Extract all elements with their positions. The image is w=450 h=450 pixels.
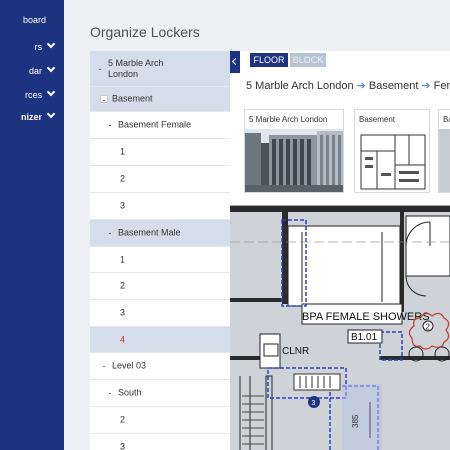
sidebar-item-label: rces bbox=[24, 90, 42, 100]
tree-row-label: Basement Male bbox=[118, 227, 181, 238]
tree-row-label: South bbox=[118, 387, 142, 398]
chevron-down-icon bbox=[46, 63, 56, 73]
tree-row-label: 3 bbox=[120, 441, 126, 450]
breadcrumb-building[interactable]: 5 Marble Arch London bbox=[246, 80, 354, 92]
tree-row-label: 4 bbox=[120, 334, 126, 344]
tree-row-label: 1 bbox=[120, 254, 126, 264]
sidebar-item-3[interactable]: rces bbox=[0, 85, 64, 105]
collapse-toggle-icon[interactable]: - bbox=[106, 389, 114, 398]
thumbnail-strip: 5 Marble Arch London Basement B bbox=[244, 109, 450, 193]
sidebar-item-1[interactable]: rs bbox=[0, 37, 64, 57]
basement-plan-thumb bbox=[355, 129, 429, 192]
tab-block[interactable]: BLOCK bbox=[290, 53, 326, 67]
collapse-toggle-icon[interactable]: - bbox=[106, 229, 114, 238]
floor-viewer: FLOOR BLOCK 5 Marble Arch London ➔ Basemen… bbox=[230, 51, 450, 450]
chevron-down-icon bbox=[46, 39, 56, 49]
sidebar-item-2[interactable]: dar bbox=[0, 61, 64, 81]
tab-floor[interactable]: FLOOR bbox=[250, 53, 288, 67]
tree-row-label: Level 03 bbox=[112, 360, 147, 371]
plan-marker-number[interactable]: 3 bbox=[312, 400, 316, 407]
chevron-down-icon bbox=[46, 87, 56, 97]
tree-row-label: 3 bbox=[120, 200, 126, 211]
thumbnail-area[interactable]: Ba bbox=[438, 109, 450, 193]
floor-plan-canvas[interactable]: BPA FEMALE SHOWERS B1.01 CLNR 2 3 385 bbox=[230, 205, 450, 450]
plan-door-number: 2 bbox=[426, 323, 431, 332]
tree-row-label: 2 bbox=[120, 414, 126, 425]
arrow-right-icon: ➔ bbox=[421, 80, 431, 92]
tree-row-label: 2 bbox=[120, 280, 126, 291]
thumbnail-building[interactable]: 5 Marble Arch London bbox=[244, 109, 344, 193]
tree-row-label: 5 Marble Arch London bbox=[108, 57, 164, 79]
thumbnail-label: 5 Marble Arch London bbox=[249, 115, 328, 124]
chevron-down-icon bbox=[46, 109, 56, 119]
tree-row-label: 2 bbox=[120, 173, 126, 184]
sidebar-nav: board rs dar rces nizer bbox=[0, 0, 64, 450]
plan-dimension: 385 bbox=[351, 414, 360, 428]
sidebar-item-label: nizer bbox=[20, 112, 42, 122]
sidebar-item-label: dar bbox=[28, 66, 42, 76]
breadcrumb-floor[interactable]: Basement bbox=[369, 80, 419, 92]
main-content: Organize Lockers -5 Marble Arch London+-… bbox=[64, 0, 450, 450]
sidebar-item-label: rs bbox=[34, 42, 43, 52]
arrow-right-icon: ➔ bbox=[356, 80, 366, 92]
building-photo bbox=[245, 129, 343, 192]
sidebar-item-0[interactable]: board bbox=[0, 10, 64, 30]
sidebar-item-label: board bbox=[22, 15, 46, 25]
breadcrumb-area[interactable]: Female bbox=[434, 80, 450, 92]
collapse-toggle-icon[interactable]: - bbox=[96, 64, 104, 73]
page-title: Organize Lockers bbox=[90, 24, 200, 40]
sidebar-item-4[interactable]: nizer bbox=[0, 107, 64, 127]
thumbnail-label: Ba bbox=[443, 115, 450, 124]
breadcrumb: 5 Marble Arch London➔Basement➔Female bbox=[246, 79, 450, 92]
plan-cleaner-label: CLNR bbox=[282, 346, 309, 357]
area-plan-thumb bbox=[439, 129, 450, 192]
plan-room-code: B1.01 bbox=[351, 332, 378, 343]
thumbnail-label: Basement bbox=[359, 115, 396, 124]
collapse-toggle-icon[interactable]: - bbox=[100, 95, 108, 105]
tree-row-label: Basement bbox=[112, 93, 153, 104]
collapse-tree-button[interactable] bbox=[230, 51, 240, 73]
collapse-toggle-icon[interactable]: - bbox=[100, 362, 108, 371]
tree-row-label: 1 bbox=[120, 146, 126, 157]
plan-room-label: BPA FEMALE SHOWERS bbox=[302, 311, 430, 323]
thumbnail-basement[interactable]: Basement bbox=[354, 109, 430, 193]
tree-row-label: Basement Female bbox=[118, 119, 192, 130]
tree-row-label: 3 bbox=[120, 307, 126, 318]
collapse-toggle-icon[interactable]: - bbox=[106, 121, 114, 130]
